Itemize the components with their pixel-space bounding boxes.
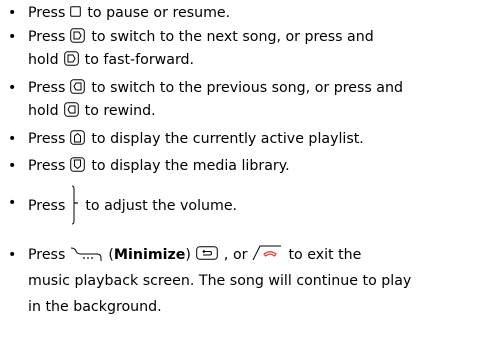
press-label: Press <box>28 131 66 147</box>
bullet: • <box>8 29 17 45</box>
item-text: to pause or resume. <box>87 5 231 21</box>
back-key-icon <box>196 246 218 260</box>
bullet: • <box>8 80 17 96</box>
list-item-next: • Press to switch to the next song, or pr… <box>8 26 480 72</box>
item-text: to fast-forward. <box>84 52 195 68</box>
hold-label: hold <box>28 103 59 119</box>
press-label: Press <box>28 5 66 21</box>
item-text: to switch to the previous song, or press… <box>91 80 403 96</box>
item-text-line3: in the background. <box>28 299 162 315</box>
bullet: • <box>8 195 17 211</box>
bullet: • <box>8 247 17 263</box>
hold-label: hold <box>28 52 59 68</box>
item-text: to display the media library. <box>91 158 290 174</box>
list-item-previous: • Press to switch to the previous song, o… <box>8 77 480 123</box>
square-outline-icon <box>70 5 82 17</box>
list-item-playlist: • Press to display the currently active p… <box>8 128 480 151</box>
library-key-icon <box>70 156 86 172</box>
separator-comma: , <box>223 247 229 263</box>
minimize-softkey-icon <box>70 245 102 262</box>
item-text-line2: music playback screen. The song will con… <box>28 273 412 289</box>
item-text: to display the currently active playlist… <box>91 131 364 147</box>
item-text: to adjust the volume. <box>85 198 238 214</box>
previous-song-key-icon <box>70 78 86 94</box>
list-item-volume: • Press to adjust the volume. <box>8 185 480 226</box>
next-song-key-icon <box>63 50 79 66</box>
item-text: to exit the <box>288 247 362 263</box>
previous-song-key-icon <box>63 101 79 117</box>
next-song-key-icon <box>70 27 86 43</box>
bullet: • <box>8 5 17 21</box>
bullet: • <box>8 131 17 147</box>
volume-side-key-icon <box>70 185 79 225</box>
minimize-label: Minimize <box>113 247 186 263</box>
list-item-exit: • Press (Minimize), or to exit the music p… <box>8 242 480 320</box>
item-text: to switch to the next song, or press and <box>91 29 374 45</box>
list-item-library: • Press to display the media library. <box>8 155 480 178</box>
bullet: • <box>8 158 17 174</box>
end-call-key-icon <box>252 245 282 261</box>
list-item-pause: • Press to pause or resume. <box>8 2 480 25</box>
or-label: or <box>232 247 248 263</box>
playlist-key-icon <box>70 129 86 145</box>
press-label: Press <box>28 29 66 45</box>
press-label: Press <box>28 247 66 263</box>
press-label: Press <box>28 80 66 96</box>
press-label: Press <box>28 158 66 174</box>
press-label: Press <box>28 198 66 214</box>
item-text: to rewind. <box>84 103 156 119</box>
